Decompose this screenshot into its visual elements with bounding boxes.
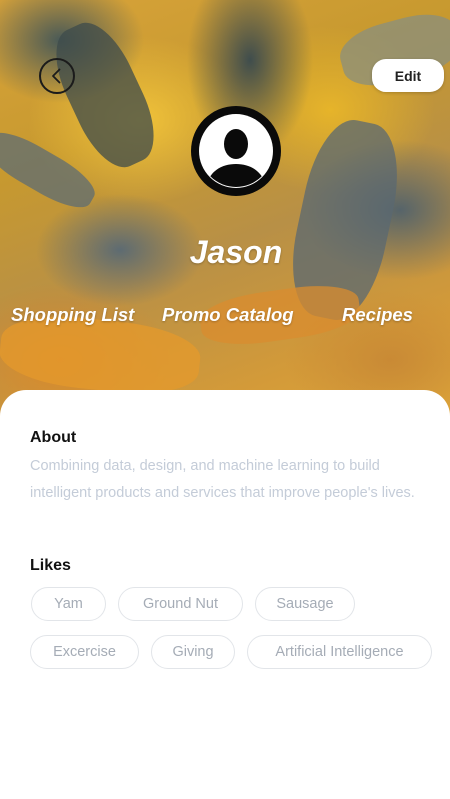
like-chip-giving[interactable]: Giving — [151, 635, 235, 669]
avatar — [191, 106, 281, 196]
user-silhouette-icon — [199, 114, 273, 188]
profile-cover-image: Edit Jason Shopping List Promo Catalog R… — [0, 0, 450, 430]
about-title: About — [30, 429, 77, 446]
likes-title: Likes — [30, 557, 71, 574]
chevron-left-icon — [52, 68, 61, 84]
like-chip-ground-nut[interactable]: Ground Nut — [118, 587, 243, 621]
like-chip-excercise[interactable]: Excercise — [30, 635, 139, 669]
back-button[interactable] — [39, 58, 75, 94]
nav-shopping-list[interactable]: Shopping List — [11, 304, 134, 326]
edit-button[interactable]: Edit — [372, 59, 444, 92]
about-text: Combining data, design, and machine lear… — [30, 458, 415, 501]
nav-promo-catalog[interactable]: Promo Catalog — [162, 304, 294, 326]
like-chip-sausage[interactable]: Sausage — [255, 587, 355, 621]
like-chip-artificial-intelligence[interactable]: Artificial Intelligence — [247, 635, 432, 669]
profile-name: Jason — [189, 234, 283, 270]
like-chip-yam[interactable]: Yam — [31, 587, 106, 621]
nav-recipes[interactable]: Recipes — [342, 304, 413, 326]
